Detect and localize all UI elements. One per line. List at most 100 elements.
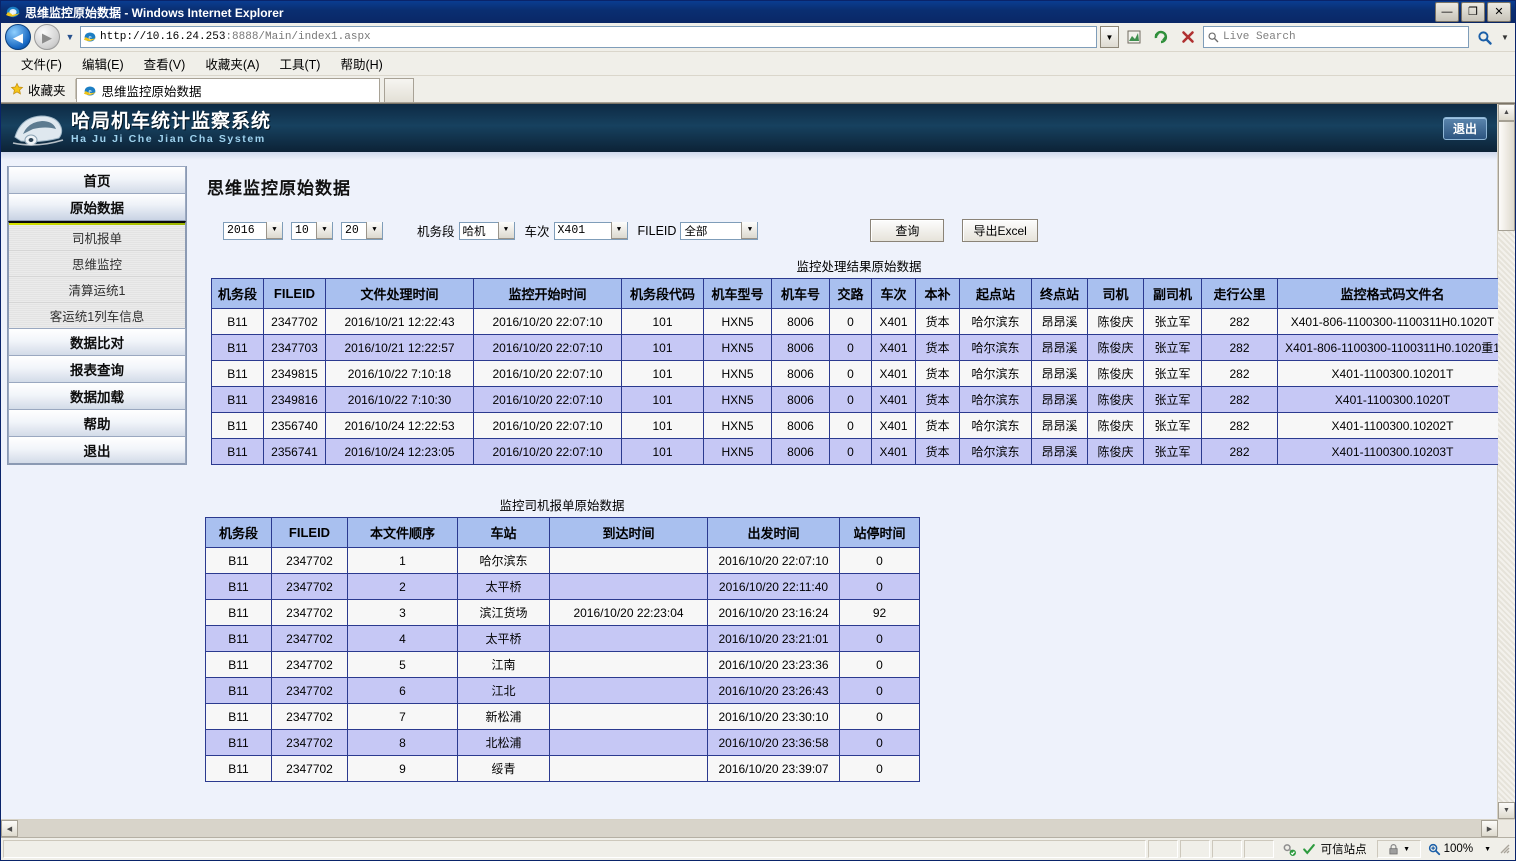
- sidebar-item-exit[interactable]: 退出: [8, 436, 186, 464]
- protected-mode-dropdown-icon[interactable]: ▼: [1403, 846, 1410, 853]
- feeds-icon[interactable]: [1122, 25, 1146, 49]
- maximize-button[interactable]: ❐: [1461, 2, 1485, 22]
- sidebar-item-raw-data[interactable]: 原始数据: [8, 193, 186, 221]
- scroll-right-button[interactable]: ▶: [1481, 820, 1498, 837]
- table-cell: 哈尔滨东: [959, 360, 1032, 387]
- table-cell: 8006: [771, 308, 830, 335]
- column-header: 车次: [871, 278, 916, 309]
- train-select[interactable]: X401 ▼: [553, 221, 628, 240]
- table-cell: X401-806-1100300-1100311H0.1020重1: [1277, 334, 1508, 361]
- table-cell: 昂昂溪: [1031, 438, 1088, 465]
- table-cell: 2016/10/20 23:30:10: [707, 703, 840, 730]
- search-input[interactable]: Live Search: [1203, 26, 1469, 48]
- table-row[interactable]: B11 2347702 9 绥青 2016/10/20 23:39:07 0: [205, 755, 920, 782]
- search-dropdown-icon[interactable]: ▼: [1499, 26, 1511, 48]
- sidebar-item-home[interactable]: 首页: [8, 166, 186, 194]
- table-row[interactable]: B11 2349815 2016/10/22 7:10:18 2016/10/20 2…: [211, 360, 1508, 387]
- table-row[interactable]: B11 2349816 2016/10/22 7:10:30 2016/10/20 2…: [211, 386, 1508, 413]
- table-row[interactable]: B11 2347702 1 哈尔滨东 2016/10/20 22:07:10 0: [205, 547, 920, 574]
- horizontal-scroll-track[interactable]: [18, 820, 1481, 837]
- table-row[interactable]: B11 2347702 2 太平桥 2016/10/20 22:11:40 0: [205, 573, 920, 600]
- protected-mode[interactable]: ▼: [1376, 840, 1421, 858]
- sidebar-item-report-query[interactable]: 报表查询: [8, 355, 186, 383]
- menu-view[interactable]: 查看(V): [134, 52, 196, 75]
- table-cell: 282: [1201, 360, 1278, 387]
- export-excel-button[interactable]: 导出Excel: [962, 219, 1038, 242]
- url-dropdown-icon[interactable]: ▼: [1100, 26, 1119, 48]
- forward-button[interactable]: ▶: [34, 24, 60, 50]
- table-row[interactable]: B11 2347702 7 新松浦 2016/10/20 23:30:10 0: [205, 703, 920, 730]
- menu-favorites[interactable]: 收藏夹(A): [195, 52, 269, 75]
- history-dropdown-icon[interactable]: ▼: [63, 26, 77, 48]
- table-row[interactable]: B11 2347702 5 江南 2016/10/20 23:23:36 0: [205, 651, 920, 678]
- zoom-dropdown-icon[interactable]: ▼: [1476, 846, 1491, 853]
- scroll-down-button[interactable]: ▼: [1498, 802, 1515, 819]
- table-row[interactable]: B11 2347702 2016/10/21 12:22:43 2016/10/20 …: [211, 308, 1508, 335]
- table-cell: 2349816: [263, 386, 326, 413]
- table-cell: 8006: [771, 438, 830, 465]
- refresh-icon[interactable]: [1149, 25, 1173, 49]
- menu-edit[interactable]: 编辑(E): [72, 52, 134, 75]
- table-cell: HXN5: [703, 412, 772, 439]
- table-cell: 哈尔滨东: [959, 412, 1032, 439]
- table-row[interactable]: B11 2356740 2016/10/24 12:22:53 2016/10/20 …: [211, 412, 1508, 439]
- security-zone[interactable]: 可信站点: [1274, 841, 1375, 857]
- sidebar-subitem-monitoring[interactable]: 思维监控: [9, 251, 185, 277]
- table-row[interactable]: B11 2356741 2016/10/24 12:23:05 2016/10/20 …: [211, 438, 1508, 465]
- stop-icon[interactable]: [1176, 25, 1200, 49]
- table-cell: 陈俊庆: [1087, 308, 1144, 335]
- table-cell: X401-1100300.10202T: [1277, 412, 1508, 439]
- table2-wrapper: 监控司机报单原始数据 机务段 FILEID 本文件顺序 车站 到达时间 出发时间 站停时间 …: [205, 495, 920, 782]
- sidebar-subitem-passenger-train-info[interactable]: 客运统1列车信息: [9, 303, 185, 328]
- new-tab-button[interactable]: [383, 78, 414, 102]
- table-cell: 2016/10/20 23:23:36: [707, 651, 840, 678]
- close-button[interactable]: ✕: [1487, 2, 1511, 22]
- browser-tab[interactable]: e 思维监控原始数据: [75, 78, 380, 102]
- table-row[interactable]: B11 2347702 6 江北 2016/10/20 23:26:43 0: [205, 677, 920, 704]
- logout-button[interactable]: 退出: [1442, 116, 1487, 140]
- table-cell: 昂昂溪: [1031, 412, 1088, 439]
- back-button[interactable]: ◀: [5, 24, 31, 50]
- search-go-icon[interactable]: [1472, 26, 1496, 48]
- table-row[interactable]: B11 2347703 2016/10/21 12:22:57 2016/10/20 …: [211, 334, 1508, 361]
- query-button[interactable]: 查询: [870, 219, 945, 242]
- table-row[interactable]: B11 2347702 4 太平桥 2016/10/20 23:21:01 0: [205, 625, 920, 652]
- sidebar-subitem-driver-report[interactable]: 司机报单: [9, 225, 185, 251]
- table-cell: [549, 677, 708, 704]
- table-cell: 太平桥: [457, 625, 550, 652]
- table-row[interactable]: B11 2347702 8 北松浦 2016/10/20 23:36:58 0: [205, 729, 920, 756]
- scroll-up-button[interactable]: ▲: [1498, 104, 1515, 121]
- sidebar-item-data-load[interactable]: 数据加载: [8, 382, 186, 410]
- minimize-button[interactable]: —: [1435, 2, 1459, 22]
- vertical-scroll-thumb[interactable]: [1498, 121, 1515, 231]
- favorites-button[interactable]: 收藏夹: [1, 76, 75, 102]
- page-horizontal-scrollbar[interactable]: ◀ ▶: [1, 819, 1515, 837]
- table-cell: 1: [347, 547, 458, 574]
- vertical-scroll-track[interactable]: [1498, 121, 1515, 802]
- sidebar-item-data-compare[interactable]: 数据比对: [8, 328, 186, 356]
- month-select[interactable]: 10 ▼: [291, 221, 333, 240]
- year-select[interactable]: 2016 ▼: [223, 221, 283, 240]
- resize-grip[interactable]: [1497, 841, 1513, 857]
- fileid-select[interactable]: 全部 ▼: [680, 221, 759, 240]
- menu-help[interactable]: 帮助(H): [330, 52, 392, 75]
- table-cell: 2016/10/20 23:21:01: [707, 625, 840, 652]
- depot-label: 机务段: [417, 225, 455, 239]
- table-cell: 2347702: [271, 651, 348, 678]
- table-cell: 2347702: [263, 308, 326, 335]
- sidebar-item-help[interactable]: 帮助: [8, 409, 186, 437]
- status-slot-4: [1243, 840, 1274, 858]
- table2-header-row: 机务段 FILEID 本文件顺序 车站 到达时间 出发时间 站停时间: [205, 517, 920, 548]
- depot-select[interactable]: 哈机 ▼: [458, 221, 515, 240]
- day-select[interactable]: 20 ▼: [341, 221, 383, 240]
- scroll-left-button[interactable]: ◀: [1, 820, 18, 837]
- menu-tools[interactable]: 工具(T): [269, 52, 330, 75]
- page-vertical-scrollbar[interactable]: ▲ ▼: [1497, 104, 1515, 819]
- sidebar-subitem-settlement-1[interactable]: 清算运统1: [9, 277, 185, 303]
- url-input[interactable]: e http://10.16.24.253:8888/Main/index1.a…: [80, 26, 1097, 48]
- table-row[interactable]: B11 2347702 3 滨江货场 2016/10/20 22:23:04 2016/1…: [205, 599, 920, 626]
- zoom-control[interactable]: 100% ▼: [1421, 842, 1497, 856]
- column-header: 文件处理时间: [325, 278, 474, 309]
- menu-file[interactable]: 文件(F): [11, 52, 72, 75]
- app-subtitle: Ha Ju Ji Che Jian Cha System: [71, 132, 266, 145]
